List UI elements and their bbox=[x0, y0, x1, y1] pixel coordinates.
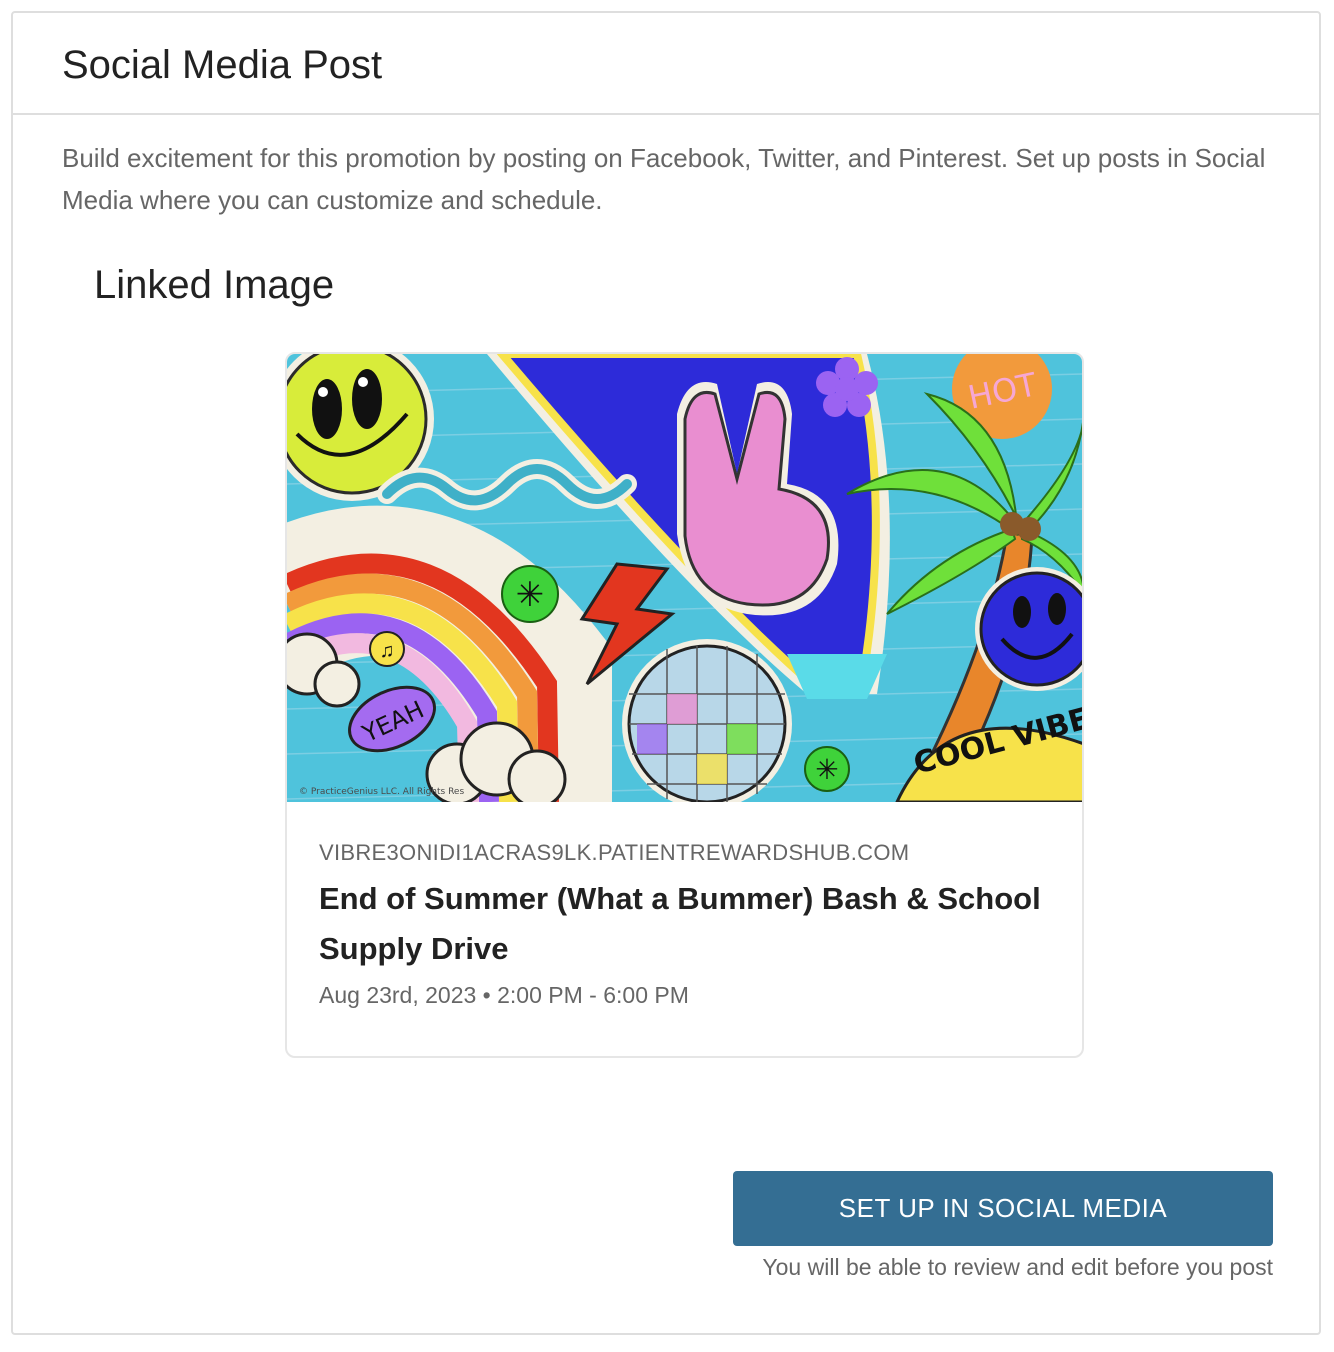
promo-artwork-image: HOT COOL VIBE YEAH ♫ ✳ ✳ © PracticeGeniu… bbox=[287, 354, 1082, 802]
link-preview-card[interactable]: HOT COOL VIBE YEAH ♫ ✳ ✳ © PracticeGeniu… bbox=[285, 352, 1084, 1058]
setup-note: You will be able to review and edit befo… bbox=[762, 1254, 1273, 1280]
svg-text:✳: ✳ bbox=[815, 754, 838, 785]
svg-text:♫: ♫ bbox=[380, 640, 395, 662]
linked-image-heading: Linked Image bbox=[94, 263, 335, 307]
link-preview-body: VIBRE3ONIDI1ACRAS9LK.PATIENTREWARDSHUB.C… bbox=[319, 838, 1059, 1010]
panel-title: Social Media Post bbox=[62, 43, 383, 87]
social-media-post-panel: Social Media Post Build excitement for t… bbox=[11, 11, 1321, 1335]
link-preview-date: Aug 23rd, 2023 • 2:00 PM - 6:00 PM bbox=[319, 982, 689, 1008]
svg-text:✳: ✳ bbox=[516, 576, 545, 614]
artwork-copyright: © PracticeGenius LLC. All Rights Res bbox=[299, 787, 464, 797]
link-preview-title: End of Summer (What a Bummer) Bash & Sch… bbox=[319, 881, 1041, 966]
intro-text: Build excitement for this promotion by p… bbox=[62, 143, 1266, 215]
set-up-in-social-media-button[interactable]: SET UP IN SOCIAL MEDIA bbox=[733, 1171, 1273, 1246]
link-preview-url: VIBRE3ONIDI1ACRAS9LK.PATIENTREWARDSHUB.C… bbox=[319, 840, 910, 865]
